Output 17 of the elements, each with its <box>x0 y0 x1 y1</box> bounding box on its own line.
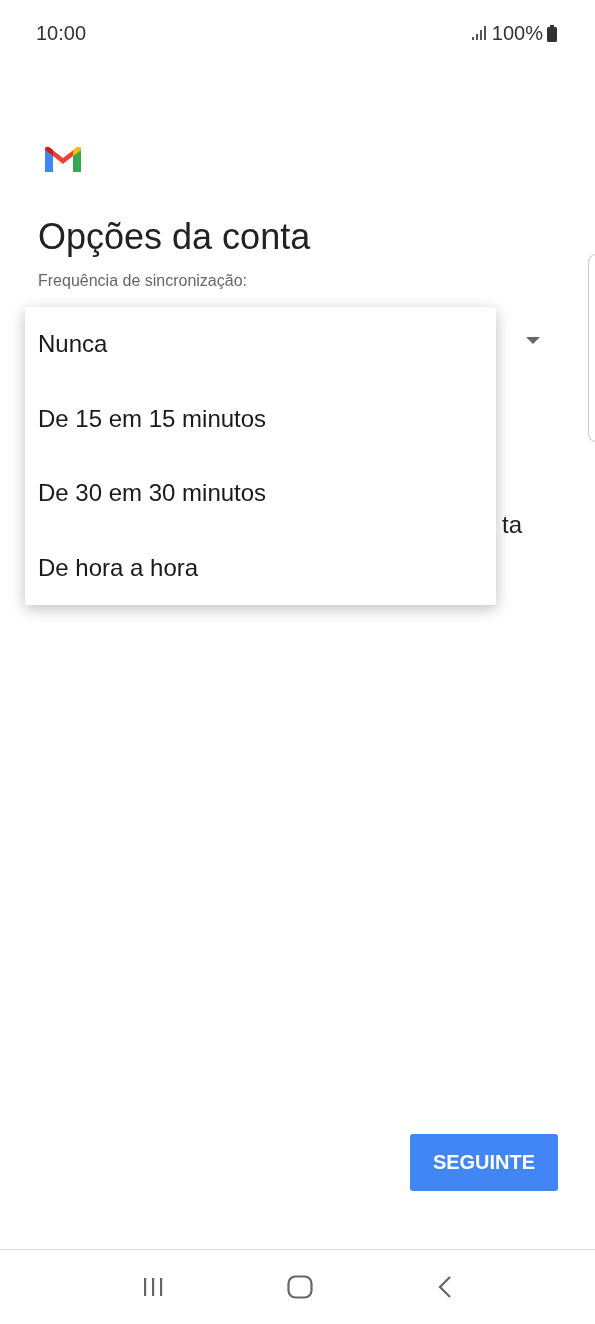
mail-logo-icon <box>45 146 81 172</box>
clock: 10:00 <box>36 21 87 45</box>
dropdown-caret-icon <box>526 337 540 344</box>
back-icon[interactable] <box>437 1275 454 1299</box>
page-title: Opções da conta <box>38 216 312 258</box>
battery-icon <box>547 24 557 42</box>
next-button[interactable]: SEGUINTE <box>410 1134 558 1191</box>
menu-item[interactable]: De hora a hora <box>25 530 496 605</box>
menu-item[interactable]: De 15 em 15 minutos <box>25 381 496 456</box>
battery-level: 100% <box>491 21 543 45</box>
field-label: Frequência de sincronização: <box>38 272 248 290</box>
home-icon[interactable] <box>287 1275 314 1299</box>
recent-apps-icon[interactable] <box>141 1276 164 1298</box>
signal-icon <box>471 26 488 40</box>
option-text: ta <box>502 511 522 539</box>
menu-item[interactable]: De 30 em 30 minutos <box>25 456 496 531</box>
menu-item[interactable]: Nunca <box>25 307 496 382</box>
